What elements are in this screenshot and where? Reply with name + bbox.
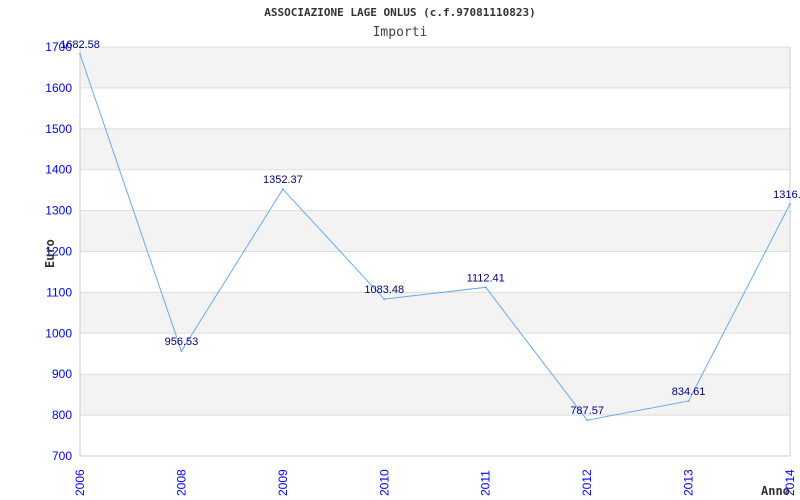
x-tick-label: 2009 xyxy=(276,469,290,496)
grid-band xyxy=(80,415,790,456)
grid-band xyxy=(80,292,790,334)
data-label: 1352.37 xyxy=(263,174,303,186)
data-label: 1316.1 xyxy=(773,189,800,201)
data-point xyxy=(383,298,386,301)
data-label: 1682.58 xyxy=(60,39,100,51)
x-tick-label: 2008 xyxy=(174,469,188,496)
data-point xyxy=(79,53,81,56)
x-tick-label: 2011 xyxy=(479,470,493,496)
line-chart: 7008009001000110012001300140015001600170… xyxy=(43,39,800,498)
y-tick-label: 1600 xyxy=(45,81,72,95)
data-label: 787.57 xyxy=(570,405,604,417)
data-point xyxy=(180,350,183,353)
grid-band xyxy=(80,210,790,252)
x-axis-title: Anno xyxy=(761,484,790,498)
y-tick-label: 1300 xyxy=(45,204,72,218)
y-tick-label: 1400 xyxy=(45,163,72,177)
data-label: 834.61 xyxy=(672,386,706,398)
data-label: 956.53 xyxy=(165,336,199,348)
y-tick-label: 1100 xyxy=(46,285,72,299)
data-label: 1112.41 xyxy=(467,272,505,284)
data-label: 1083.48 xyxy=(364,284,404,296)
data-point xyxy=(586,419,589,422)
grid-band xyxy=(80,128,790,170)
y-tick-label: 800 xyxy=(52,408,72,422)
data-point xyxy=(789,203,791,206)
x-tick-label: 2013 xyxy=(682,469,696,496)
data-point xyxy=(687,399,690,402)
grid-band xyxy=(80,251,790,293)
y-tick-label: 1000 xyxy=(45,326,72,340)
grid-band xyxy=(80,87,790,129)
data-point xyxy=(484,286,487,289)
y-tick-label: 900 xyxy=(52,367,72,381)
y-tick-label: 700 xyxy=(52,449,72,463)
grid-band xyxy=(80,47,790,88)
x-tick-label: 2010 xyxy=(377,469,391,496)
grid-band xyxy=(80,169,790,211)
y-axis-title: Euro xyxy=(43,239,57,268)
y-tick-label: 1500 xyxy=(45,122,72,136)
x-tick-label: 2006 xyxy=(73,469,87,496)
data-point xyxy=(281,188,284,191)
x-tick-label: 2012 xyxy=(580,469,594,496)
